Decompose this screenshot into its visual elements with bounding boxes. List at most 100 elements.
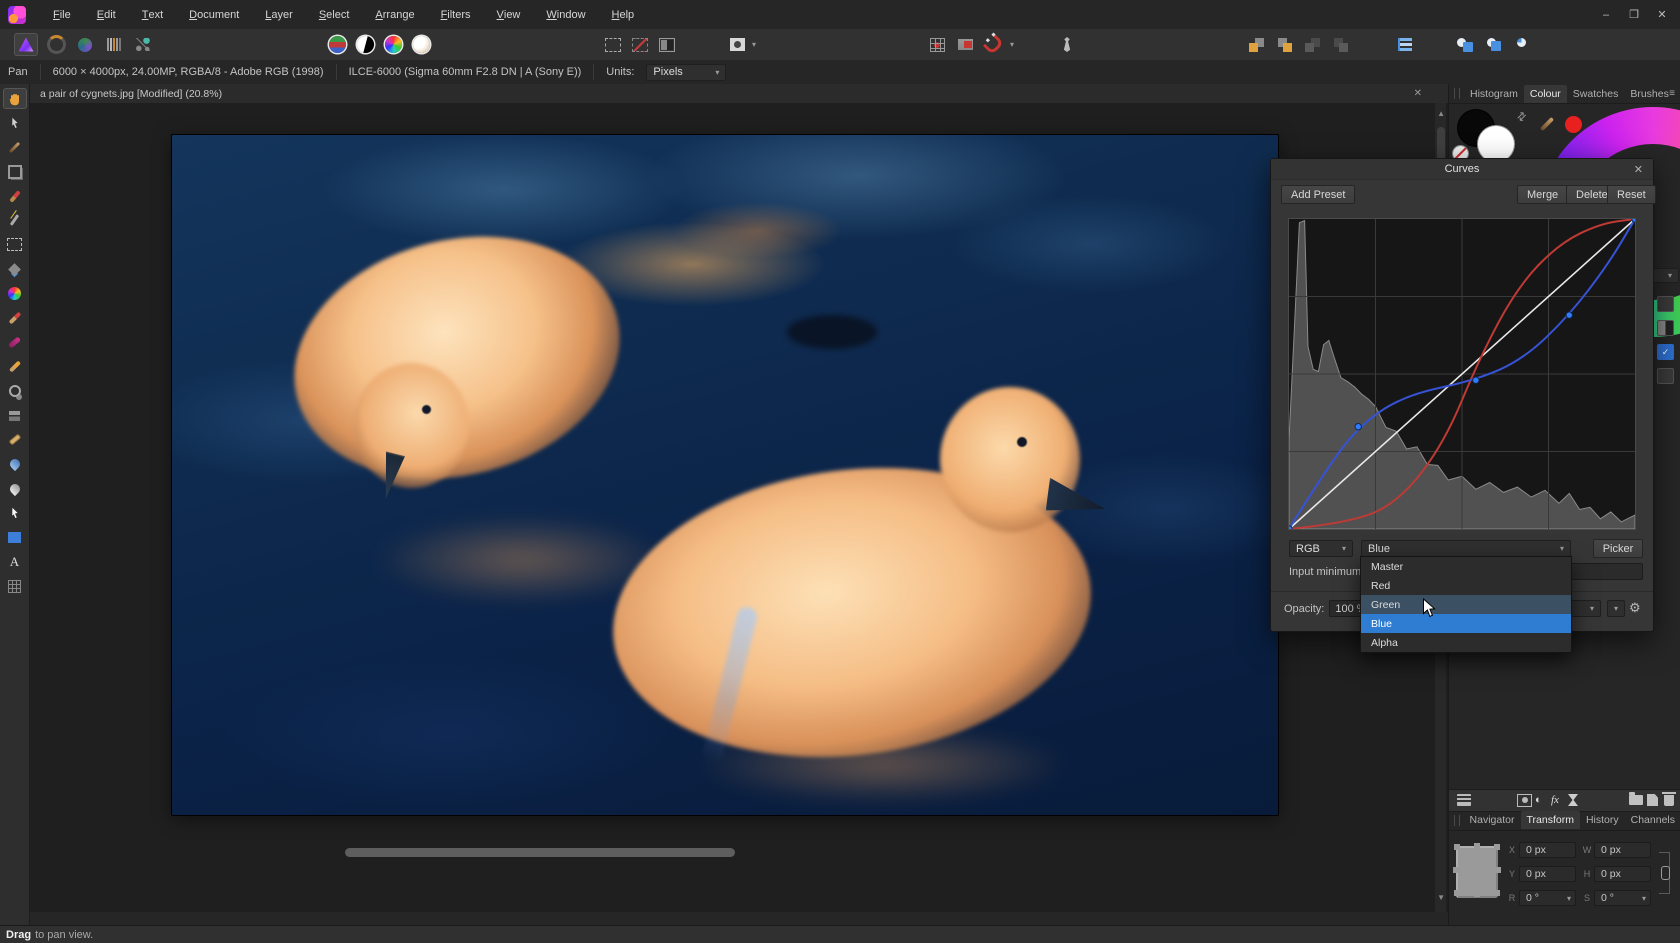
auto-levels-button[interactable] (325, 33, 349, 56)
panel-edge-check-icon[interactable]: ✓ (1657, 344, 1674, 360)
menu-arrange[interactable]: Arrange (362, 0, 427, 29)
export-persona-button[interactable] (131, 33, 155, 56)
tab-histogram[interactable]: Histogram (1464, 85, 1524, 103)
canvas-viewport[interactable]: ▲ ▼ (30, 103, 1448, 912)
menu-view[interactable]: View (484, 0, 534, 29)
channel-option-blue[interactable]: Blue (1361, 614, 1571, 633)
show-grid-button[interactable] (925, 33, 949, 56)
gradient-tool[interactable] (3, 283, 27, 304)
adjustment-layer-button[interactable]: ◐ (1535, 793, 1542, 807)
insert-behind-button[interactable] (1453, 33, 1477, 56)
minimize-button[interactable]: – (1594, 5, 1618, 25)
swap-colours-icon[interactable]: ⇄ (1514, 109, 1530, 125)
units-select[interactable]: Pixels ▾ (646, 64, 726, 81)
photo-canvas[interactable] (172, 135, 1278, 815)
panel-drag-handle[interactable] (1454, 88, 1460, 99)
curves-dialog-title[interactable]: Curves (1271, 159, 1653, 180)
h-field[interactable]: 0 px (1594, 866, 1651, 882)
channel-option-green[interactable]: Green (1361, 595, 1571, 614)
menu-text[interactable]: Text (129, 0, 176, 29)
tab-navigator[interactable]: Navigator (1464, 811, 1521, 829)
channel-option-master[interactable]: Master (1361, 557, 1571, 576)
panel-menu-icon[interactable]: ≡ (1669, 88, 1675, 99)
develop-persona-button[interactable] (73, 33, 97, 56)
panel-edge-icon-2[interactable] (1657, 320, 1674, 336)
selection-mask-button[interactable] (655, 33, 679, 56)
document-tab[interactable]: a pair of cygnets.jpg [Modified] (20.8%) (30, 88, 222, 100)
auto-colour-button[interactable] (381, 33, 405, 56)
scroll-up-icon[interactable]: ▲ (1437, 109, 1445, 118)
liquify-persona-button[interactable] (44, 33, 68, 56)
force-pixel-alignment-button[interactable] (953, 33, 977, 56)
sharpen-tool[interactable] (3, 478, 27, 499)
dodge-brush-tool[interactable] (3, 381, 27, 402)
panel-edge-icon-3[interactable] (1657, 368, 1674, 384)
shear-field[interactable]: 0 °▾ (1594, 890, 1651, 906)
anchor-point-selector[interactable] (1456, 846, 1498, 898)
healing-brush-tool[interactable] (3, 429, 27, 450)
move-to-back-button[interactable] (1244, 33, 1268, 56)
pixel-tool[interactable] (3, 356, 27, 377)
view-pan-tool[interactable] (3, 88, 27, 109)
group-layers-button[interactable] (1629, 793, 1643, 807)
picked-colour-swatch[interactable] (1565, 116, 1582, 133)
assistant-button[interactable] (1055, 33, 1079, 56)
blend-options-dropdown[interactable]: ▾ (1607, 600, 1625, 617)
maximize-button[interactable]: ❒ (1622, 5, 1646, 25)
move-back-one-button[interactable] (1272, 33, 1296, 56)
channel-option-alpha[interactable]: Alpha (1361, 633, 1571, 652)
add-preset-button[interactable]: Add Preset (1281, 185, 1355, 204)
menu-select[interactable]: Select (306, 0, 363, 29)
merge-button[interactable]: Merge (1517, 185, 1568, 204)
curves-graph[interactable] (1289, 219, 1635, 529)
x-field[interactable]: 0 px (1519, 842, 1576, 858)
menu-layer[interactable]: Layer (252, 0, 306, 29)
close-document-icon[interactable]: ✕ (1414, 88, 1422, 99)
auto-contrast-button[interactable] (353, 33, 377, 56)
layer-effects-button[interactable]: fx (1551, 793, 1559, 807)
marquee-tool[interactable] (3, 234, 27, 255)
blend-gear-icon[interactable]: ⚙ (1629, 600, 1641, 616)
live-filter-button[interactable] (1568, 793, 1578, 807)
selection-marquee-button[interactable] (601, 33, 625, 56)
artistic-text-tool[interactable]: A (3, 551, 27, 572)
quick-mask-dropdown[interactable]: ▾ (748, 33, 760, 56)
delete-layer-button[interactable] (1664, 793, 1674, 807)
channel-select[interactable]: Blue ▾ (1361, 540, 1571, 557)
tab-colour[interactable]: Colour (1524, 85, 1567, 103)
close-button[interactable]: ✕ (1650, 5, 1674, 25)
rotation-field[interactable]: 0 °▾ (1519, 890, 1576, 906)
w-field[interactable]: 0 px (1594, 842, 1651, 858)
menu-file[interactable]: File (40, 0, 84, 29)
menu-filters[interactable]: Filters (428, 0, 484, 29)
link-dimensions-icon[interactable] (1661, 866, 1670, 880)
selection-brush-tool[interactable] (3, 186, 27, 207)
tab-transform[interactable]: Transform (1521, 811, 1580, 829)
move-forward-one-button[interactable] (1300, 33, 1324, 56)
selection-subtract-button[interactable] (628, 33, 652, 56)
close-dialog-icon[interactable]: ✕ (1634, 163, 1643, 176)
y-field[interactable]: 0 px (1519, 866, 1576, 882)
snapping-button[interactable] (981, 33, 1005, 56)
add-layer-button[interactable] (1647, 793, 1658, 807)
rectangle-tool[interactable] (3, 527, 27, 548)
colour-model-select[interactable]: RGB ▾ (1289, 540, 1353, 557)
mesh-warp-tool[interactable] (3, 576, 27, 597)
panel-edge-dropdown[interactable]: ▾ (1653, 268, 1679, 283)
photo-persona-button[interactable] (14, 33, 38, 56)
edit-all-layers-button[interactable] (1457, 793, 1471, 807)
horizontal-scrollbar-thumb[interactable] (345, 848, 735, 857)
reset-button[interactable]: Reset (1607, 185, 1656, 204)
tab-swatches[interactable]: Swatches (1567, 85, 1625, 103)
auto-white-balance-button[interactable] (409, 33, 433, 56)
flood-fill-tool[interactable] (3, 259, 27, 280)
colour-picker-icon[interactable] (1540, 117, 1554, 131)
colour-picker-tool[interactable] (3, 137, 27, 158)
insert-on-top-button[interactable] (1513, 33, 1537, 56)
menu-edit[interactable]: Edit (84, 0, 129, 29)
tab-history[interactable]: History (1580, 811, 1625, 829)
picker-button[interactable]: Picker (1593, 539, 1643, 558)
colour-replacement-brush-tool[interactable] (3, 332, 27, 353)
move-to-front-button[interactable] (1328, 33, 1352, 56)
panel-edge-icon-1[interactable] (1657, 296, 1674, 312)
